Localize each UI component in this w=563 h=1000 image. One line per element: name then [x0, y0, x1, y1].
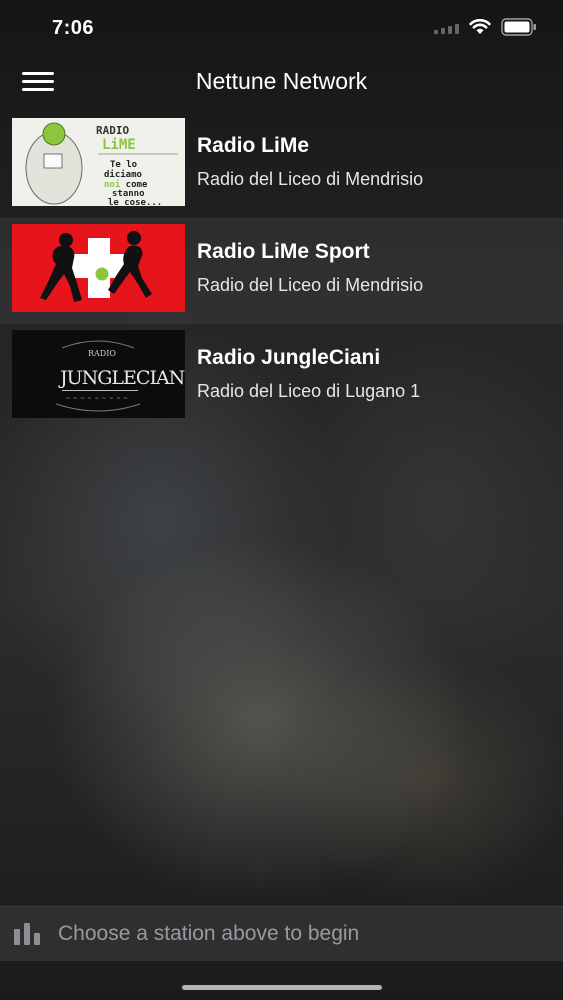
station-row-radio-lime-sport[interactable]: Radio LiMe Sport Radio del Liceo di Mend… [0, 218, 563, 324]
svg-text:RADIO: RADIO [96, 124, 129, 137]
battery-icon [501, 18, 537, 36]
equalizer-icon [14, 923, 44, 945]
status-time: 7:06 [52, 17, 95, 39]
svg-text:Te lo: Te lo [110, 160, 137, 170]
station-list: RADIO LiME Te lo diciamo noi come stanno… [0, 112, 563, 430]
station-row-radio-lime[interactable]: RADIO LiME Te lo diciamo noi come stanno… [0, 112, 563, 218]
svg-text:RADIO: RADIO [88, 349, 116, 358]
station-text: Radio LiMe Sport Radio del Liceo di Mend… [197, 240, 423, 296]
radio-jungleciani-logo: RADIO JUNGLECIANI ~ ~ ~ ~ ~ ~ ~ ~ ~ [12, 330, 185, 418]
svg-text:LiME: LiME [102, 137, 136, 153]
svg-text:~ ~ ~ ~ ~ ~ ~ ~ ~: ~ ~ ~ ~ ~ ~ ~ ~ ~ [66, 395, 128, 402]
navigation-bar: Nettune Network [0, 60, 563, 104]
svg-text:diciamo: diciamo [104, 169, 142, 180]
player-status-text: Choose a station above to begin [58, 922, 360, 945]
svg-text:JUNGLECIANI: JUNGLECIANI [58, 367, 185, 389]
svg-text:le cose...: le cose... [108, 198, 162, 206]
cellular-signal-icon [434, 20, 459, 34]
station-description: Radio del Liceo di Mendrisio [197, 275, 424, 295]
station-description: Radio del Liceo di Lugano 1 [197, 381, 421, 401]
status-bar: 7:06 [0, 0, 563, 60]
wifi-icon [469, 19, 491, 35]
station-name: Radio LiMe Sport [197, 240, 370, 263]
now-playing-bar[interactable]: Choose a station above to begin [0, 906, 563, 961]
radio-lime-sport-logo [12, 224, 185, 312]
station-text: Radio LiMe Radio del Liceo di Mendrisio [197, 134, 423, 190]
station-name: Radio JungleCiani [197, 346, 381, 369]
station-description: Radio del Liceo di Mendrisio [197, 169, 424, 189]
station-text: Radio JungleCiani Radio del Liceo di Lug… [197, 346, 420, 402]
status-icons [434, 18, 537, 36]
radio-lime-logo: RADIO LiME Te lo diciamo noi come stanno… [12, 118, 185, 206]
page-title: Nettune Network [195, 68, 368, 94]
station-name: Radio LiMe [197, 134, 310, 157]
station-row-radio-jungleciani[interactable]: RADIO JUNGLECIANI ~ ~ ~ ~ ~ ~ ~ ~ ~ Radi… [0, 324, 563, 430]
home-indicator[interactable] [182, 985, 382, 990]
